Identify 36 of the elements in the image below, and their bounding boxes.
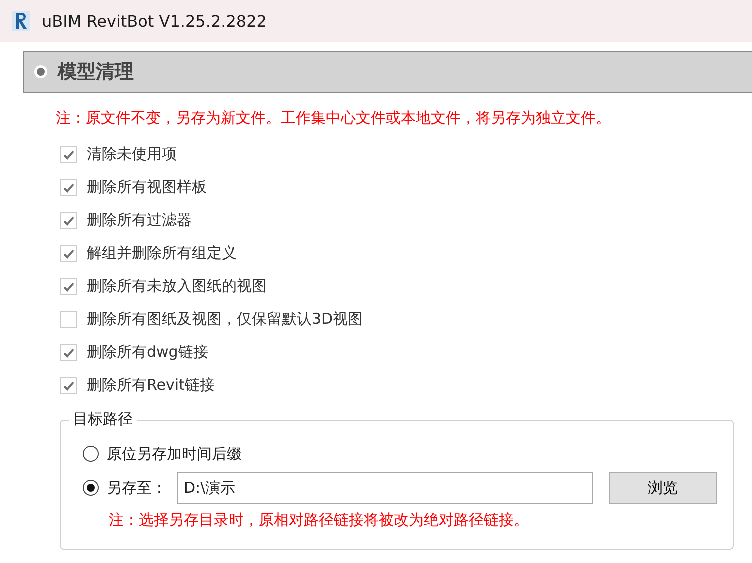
checkbox[interactable] [60, 377, 77, 394]
warning-note: 注：选择另存目录时，原相对路径链接将被改为绝对路径链接。 [109, 511, 530, 530]
window-title: uBIM RevitBot V1.25.2.2822 [42, 12, 267, 30]
warning-note: 注：原文件不变，另存为新文件。工作集中心文件或本地文件，将另存为独立文件。 [56, 109, 612, 128]
section-title: 模型清理 [58, 60, 134, 85]
check-icon [62, 348, 74, 358]
checkbox[interactable] [60, 146, 77, 163]
option-label: 删除所有图纸及视图，仅保留默认3D视图 [87, 310, 364, 329]
browse-button[interactable]: 浏览 [609, 472, 717, 504]
checkbox[interactable] [60, 344, 77, 361]
bullet-icon [34, 65, 48, 79]
logo-icon [12, 11, 30, 31]
group-title: 目标路径 [69, 410, 137, 429]
radio-label: 另存至： [107, 478, 167, 498]
path-field[interactable]: D:\演示 [177, 472, 593, 504]
option-label: 清除未使用项 [87, 145, 177, 164]
checkbox[interactable] [60, 311, 77, 328]
checkbox[interactable] [60, 278, 77, 295]
option-label: 删除所有视图样板 [87, 178, 207, 197]
checkbox[interactable] [60, 179, 77, 196]
option-label: 删除所有Revit链接 [87, 376, 215, 395]
check-icon [62, 150, 74, 160]
check-icon [62, 380, 74, 390]
option-label: 解组并删除所有组定义 [87, 244, 237, 263]
option-label: 删除所有未放入图纸的视图 [87, 277, 267, 296]
checkbox[interactable] [60, 245, 77, 262]
check-icon [62, 182, 74, 192]
radio-button[interactable] [83, 446, 99, 462]
radio-button[interactable] [83, 480, 99, 496]
check-icon [62, 282, 74, 292]
radio-label: 原位另存加时间后缀 [107, 444, 242, 464]
option-label: 删除所有过滤器 [87, 211, 192, 230]
check-icon [62, 248, 74, 258]
checkbox[interactable] [60, 212, 77, 229]
check-icon [62, 216, 74, 226]
option-label: 删除所有dwg链接 [87, 343, 208, 362]
